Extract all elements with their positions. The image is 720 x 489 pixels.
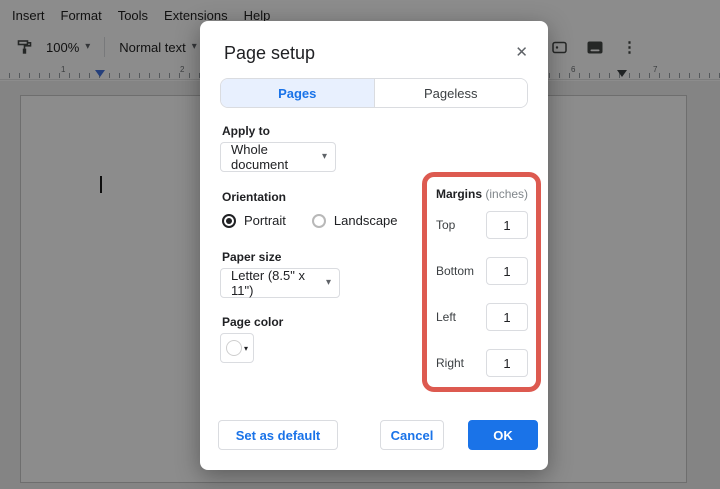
color-swatch (226, 340, 242, 356)
paper-size-label: Paper size (222, 250, 281, 264)
chevron-down-icon: ▾ (326, 278, 331, 288)
margins-unit-label: (inches) (485, 187, 528, 201)
margins-highlight-box: Margins (inches) Top Bottom Left Right (422, 172, 541, 392)
margin-bottom-label: Bottom (436, 264, 474, 278)
set-as-default-button[interactable]: Set as default (218, 420, 338, 450)
orientation-options: Portrait Landscape (222, 213, 398, 228)
tab-pages[interactable]: Pages (221, 79, 374, 107)
margin-row-left: Left (436, 303, 528, 331)
cancel-button[interactable]: Cancel (380, 420, 444, 450)
radio-unselected-icon (312, 214, 326, 228)
apply-to-label: Apply to (222, 124, 270, 138)
radio-portrait-label: Portrait (244, 213, 286, 228)
apply-to-value: Whole document (231, 142, 314, 172)
page-color-label: Page color (222, 315, 283, 329)
page-color-picker[interactable]: ▾ (220, 333, 254, 363)
margins-label-bold: Margins (436, 187, 482, 201)
page-setup-tabs: Pages Pageless (220, 78, 528, 108)
margin-row-bottom: Bottom (436, 257, 528, 285)
margin-left-input[interactable] (486, 303, 528, 331)
page-setup-dialog: Page setup ✕ Pages Pageless Apply to Who… (200, 21, 548, 470)
apply-to-dropdown[interactable]: Whole document ▾ (220, 142, 336, 172)
margin-right-input[interactable] (486, 349, 528, 377)
margin-row-top: Top (436, 211, 528, 239)
margin-row-right: Right (436, 349, 528, 377)
paper-size-dropdown[interactable]: Letter (8.5" x 11") ▾ (220, 268, 340, 298)
chevron-down-icon: ▾ (322, 152, 327, 162)
margin-right-label: Right (436, 356, 464, 370)
radio-landscape[interactable]: Landscape (312, 213, 398, 228)
ok-button[interactable]: OK (468, 420, 538, 450)
margin-bottom-input[interactable] (486, 257, 528, 285)
radio-portrait[interactable]: Portrait (222, 213, 286, 228)
close-icon[interactable]: ✕ (515, 43, 528, 61)
margin-top-label: Top (436, 218, 455, 232)
tab-pageless[interactable]: Pageless (374, 79, 528, 107)
dialog-title: Page setup (224, 43, 315, 64)
margins-label: Margins (inches) (436, 187, 528, 201)
orientation-label: Orientation (222, 190, 286, 204)
radio-landscape-label: Landscape (334, 213, 398, 228)
margin-left-label: Left (436, 310, 456, 324)
paper-size-value: Letter (8.5" x 11") (231, 268, 318, 298)
chevron-down-icon: ▾ (244, 344, 248, 353)
radio-selected-icon (222, 214, 236, 228)
margin-top-input[interactable] (486, 211, 528, 239)
